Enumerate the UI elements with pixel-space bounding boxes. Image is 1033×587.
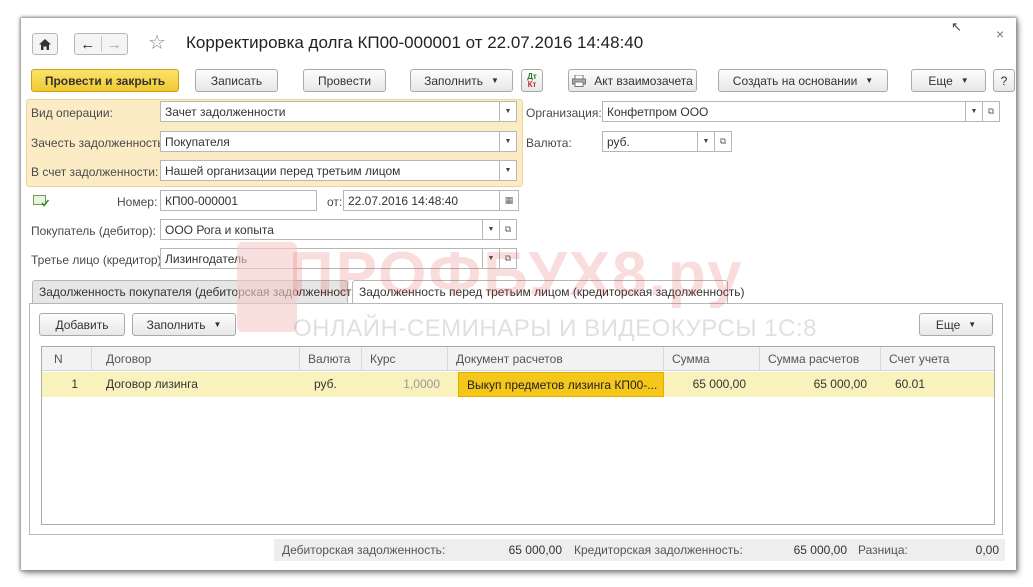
create-based-on-button[interactable]: Создать на основании ▼ [718, 69, 888, 92]
post-and-close-button[interactable]: Провести и закрыть [31, 69, 179, 92]
column-header-currency[interactable]: Валюта [300, 347, 362, 371]
against-debt-label: В счет задолженности: [31, 165, 159, 179]
home-icon [39, 38, 51, 50]
row-currency[interactable]: руб. [306, 372, 362, 397]
offset-debt-label: Зачесть задолженность: [31, 136, 167, 150]
row-number: 1 [71, 377, 78, 391]
operation-type-label: Вид операции: [31, 106, 113, 120]
printer-icon [572, 74, 587, 87]
favorite-star-icon[interactable]: ☆ [148, 30, 166, 55]
create-based-on-label: Создать на основании [732, 73, 858, 88]
organization-field[interactable]: Конфетпром ООО [602, 101, 966, 122]
currency-label: Валюта: [526, 136, 572, 150]
watermark-brand: ПРОФБУХ8.ру [289, 240, 744, 309]
chevron-down-icon[interactable]: ▼ [500, 101, 517, 122]
fill-table-button[interactable]: Заполнить ▼ [132, 313, 236, 336]
offset-act-button[interactable]: Акт взаимозачета [568, 69, 697, 92]
chevron-down-icon: ▼ [491, 76, 499, 85]
receivable-label: Дебиторская задолженность: [282, 543, 446, 557]
open-icon[interactable]: ⧉ [715, 131, 732, 152]
history-nav: ← → [74, 33, 128, 55]
payable-table: N Договор Валюта Курс Документ расчетов … [41, 346, 995, 525]
buyer-label: Покупатель (дебитор): [31, 224, 156, 238]
more-label: Еще [928, 73, 953, 88]
chevron-down-icon[interactable]: ▼ [500, 131, 517, 152]
number-label: Номер: [117, 195, 158, 209]
offset-act-label: Акт взаимозачета [594, 73, 693, 88]
buyer-field[interactable]: ООО Рога и копыта [160, 219, 483, 240]
fill-table-label: Заполнить [146, 317, 206, 332]
difference-label: Разница: [858, 543, 908, 557]
window-title: Корректировка долга КП00-000001 от 22.07… [186, 33, 644, 52]
home-button[interactable] [32, 33, 58, 55]
offset-debt-field[interactable]: Покупателя [160, 131, 500, 152]
row-rate[interactable]: 1,0000 [362, 372, 448, 397]
table-more-button[interactable]: Еще ▼ [919, 313, 993, 336]
row-contract[interactable]: Договор лизинга [98, 372, 298, 397]
payable-label: Кредиторская задолженность: [574, 543, 743, 557]
back-arrow-icon[interactable]: ← [75, 36, 101, 53]
save-button[interactable]: Записать [195, 69, 278, 92]
chevron-down-icon: ▼ [865, 76, 874, 85]
table-row[interactable]: 1 Договор лизинга руб. 1,0000 Выкуп пред… [42, 372, 994, 397]
against-debt-field[interactable]: Нашей организации перед третьим лицом [160, 160, 500, 181]
third-party-label: Третье лицо (кредитор): [31, 253, 165, 267]
column-header-rate[interactable]: Курс [362, 347, 448, 371]
difference-value: 0,00 [975, 543, 999, 557]
currency-field[interactable]: руб. [602, 131, 698, 152]
totals-bar: Дебиторская задолженность: 65 000,00 Кре… [274, 539, 1005, 561]
chevron-down-icon[interactable]: ▼ [966, 101, 983, 122]
column-header-document[interactable]: Документ расчетов [448, 347, 664, 371]
payable-value: 65 000,00 [793, 543, 847, 557]
chevron-down-icon[interactable]: ▼ [500, 160, 517, 181]
receivable-value: 65 000,00 [508, 543, 562, 557]
chevron-down-icon: ▼ [213, 320, 222, 329]
column-header-contract[interactable]: Договор [92, 347, 300, 371]
row-account[interactable]: 60.01 [887, 372, 987, 397]
open-icon[interactable]: ⧉ [500, 219, 517, 240]
help-button[interactable]: ? [993, 69, 1015, 92]
table-more-label: Еще [935, 317, 961, 332]
chevron-down-icon[interactable]: ▼ [698, 131, 715, 152]
column-header-n[interactable]: N [42, 347, 92, 371]
fill-button[interactable]: Заполнить ▼ [410, 69, 513, 92]
chevron-down-icon: ▼ [968, 320, 977, 329]
column-header-settlement-sum[interactable]: Сумма расчетов [760, 347, 881, 371]
chevron-down-icon: ▼ [960, 76, 969, 85]
open-icon[interactable]: ⧉ [983, 101, 1000, 122]
close-icon[interactable]: × [996, 26, 1004, 42]
mouse-cursor-icon: ↖ [951, 19, 962, 34]
dt-kt-movements-button[interactable]: Дт Кт [521, 69, 543, 92]
document-window: ← → ☆ Корректировка долга КП00-000001 от… [21, 18, 1016, 570]
date-label: от: [327, 195, 343, 209]
dt-kt-icon: Дт Кт [527, 71, 537, 89]
row-settlement-sum[interactable]: 65 000,00 [760, 372, 875, 397]
watermark-logo-icon [237, 242, 297, 332]
column-header-sum[interactable]: Сумма [664, 347, 760, 371]
more-button[interactable]: Еще ▼ [911, 69, 986, 92]
document-posted-icon [33, 195, 50, 210]
operation-type-field[interactable]: Зачет задолженности [160, 101, 500, 122]
chevron-down-icon[interactable]: ▼ [483, 219, 500, 240]
calendar-icon[interactable]: ▦ [500, 190, 519, 211]
organization-label: Организация: [526, 106, 602, 120]
row-document[interactable]: Выкуп предметов лизинга КП00-... [458, 372, 664, 397]
forward-arrow-icon[interactable]: → [102, 36, 128, 53]
date-field[interactable]: 22.07.2016 14:48:40 [343, 190, 500, 211]
watermark-subtitle: ОНЛАЙН-СЕМИНАРЫ И ВИДЕОКУРСЫ 1С:8 [293, 315, 817, 342]
table-header: N Договор Валюта Курс Документ расчетов … [42, 347, 994, 371]
post-button[interactable]: Провести [303, 69, 386, 92]
fill-button-label: Заполнить [424, 73, 483, 88]
add-button[interactable]: Добавить [39, 313, 125, 336]
column-header-account[interactable]: Счет учета [881, 347, 994, 371]
number-field[interactable]: КП00-000001 [160, 190, 317, 211]
row-sum[interactable]: 65 000,00 [664, 372, 754, 397]
